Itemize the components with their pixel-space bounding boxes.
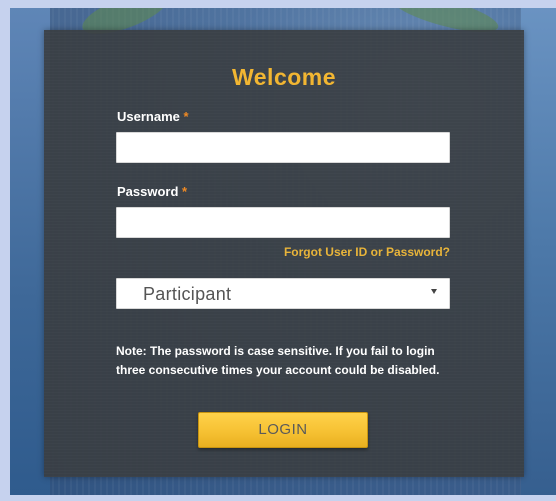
password-label-text: Password [117, 184, 179, 199]
password-input[interactable] [116, 207, 450, 238]
caret-down-icon [431, 289, 437, 294]
password-note: Note: The password is case sensitive. If… [116, 344, 440, 377]
password-label: Password * [117, 184, 187, 199]
background-right-strip [521, 8, 556, 495]
login-panel: Welcome Username * Password * Forgot Use… [44, 30, 524, 477]
role-select-value: Participant [143, 284, 232, 304]
password-required-mark: * [182, 184, 188, 199]
username-input[interactable] [116, 132, 450, 163]
username-label-text: Username [117, 109, 180, 124]
welcome-title: Welcome [231, 64, 337, 90]
username-label: Username * [117, 109, 189, 124]
username-required-mark: * [183, 109, 189, 124]
role-select[interactable]: Participant [116, 278, 450, 309]
forgot-credentials-link[interactable]: Forgot User ID or Password? [116, 245, 450, 259]
login-button[interactable]: LOGIN [198, 412, 368, 448]
